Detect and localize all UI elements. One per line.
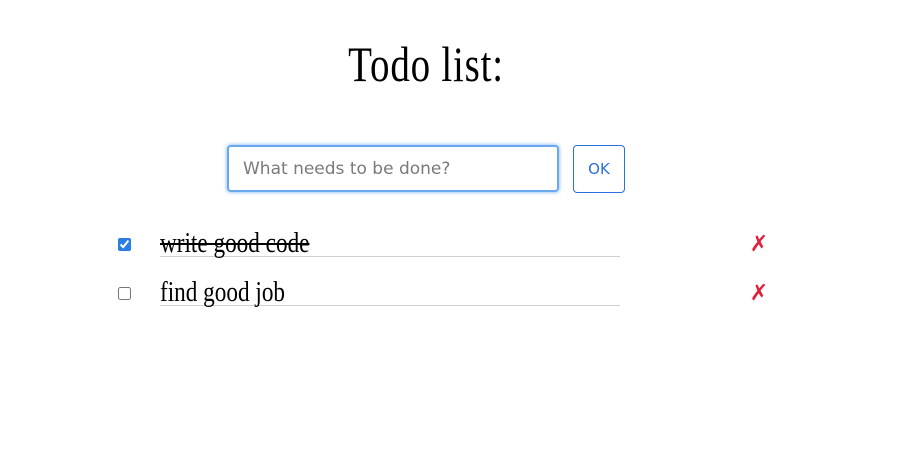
todo-text[interactable]: find good job (160, 275, 620, 308)
todo-text[interactable]: write good code (160, 226, 620, 259)
delete-icon[interactable]: ✗ (748, 230, 770, 258)
todo-item: find good job ✗ (118, 275, 778, 315)
todo-checkbox[interactable] (118, 287, 131, 300)
ok-button[interactable]: OK (573, 145, 625, 193)
new-todo-input[interactable] (227, 145, 559, 192)
delete-icon[interactable]: ✗ (748, 279, 770, 307)
todo-label: write good code (160, 227, 310, 259)
todo-checkbox[interactable] (118, 238, 131, 251)
todo-item: write good code ✗ (118, 226, 778, 266)
todo-label: find good job (160, 276, 286, 308)
page-title: Todo list: (348, 36, 504, 92)
